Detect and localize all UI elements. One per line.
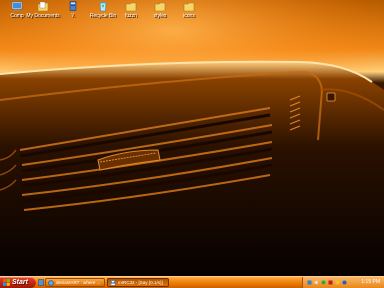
desktop-icon-label: icons	[183, 13, 195, 19]
start-button[interactable]: Start	[0, 277, 36, 288]
desktop-icon-folder-icons[interactable]: icons	[172, 0, 206, 19]
recycle-bin-icon	[99, 2, 107, 12]
mirc-icon	[110, 279, 116, 286]
taskbar: Start deviantART : where ... mIRC32 - [S…	[0, 276, 384, 288]
messenger-icon[interactable]	[321, 280, 326, 285]
desktop-icon-row: Comp My Documents \\ Recycle Bin fuzzn s…	[0, 0, 384, 24]
clock[interactable]: 1:15 PM	[361, 279, 380, 285]
documents-icon	[37, 1, 49, 12]
desktop-icon-my-documents[interactable]: My Documents	[26, 0, 60, 19]
desktop-icon-network[interactable]: \\	[56, 0, 90, 19]
network-tray-icon[interactable]	[307, 280, 312, 285]
start-label: Start	[12, 279, 28, 286]
folder-icon	[183, 2, 195, 12]
network-icon	[69, 1, 77, 11]
folder-icon	[125, 2, 137, 12]
taskbar-button-label: deviantART : where ...	[56, 280, 101, 285]
folder-icon	[154, 2, 166, 12]
browser-icon	[48, 279, 54, 286]
update-icon[interactable]	[342, 280, 347, 285]
desktop-wallpaper	[0, 0, 384, 276]
volume-icon[interactable]	[314, 280, 319, 285]
antivirus-icon[interactable]	[328, 280, 333, 285]
desktop-icon-label: \\	[71, 13, 75, 19]
system-tray: 1:15 PM	[302, 277, 384, 288]
taskbar-button-deviantart[interactable]: deviantART : where ...	[45, 278, 105, 287]
quick-launch-icon[interactable]	[38, 279, 44, 286]
taskbar-button-mirc[interactable]: mIRC32 - [Say (0.1/s)]	[107, 278, 169, 287]
taskbar-button-label: mIRC32 - [Say (0.1/s)]	[118, 280, 163, 285]
windows-flag-icon	[3, 279, 10, 286]
security-icon[interactable]	[335, 280, 340, 285]
desktop-icon-label: My Documents	[26, 13, 60, 19]
computer-icon	[11, 1, 23, 11]
